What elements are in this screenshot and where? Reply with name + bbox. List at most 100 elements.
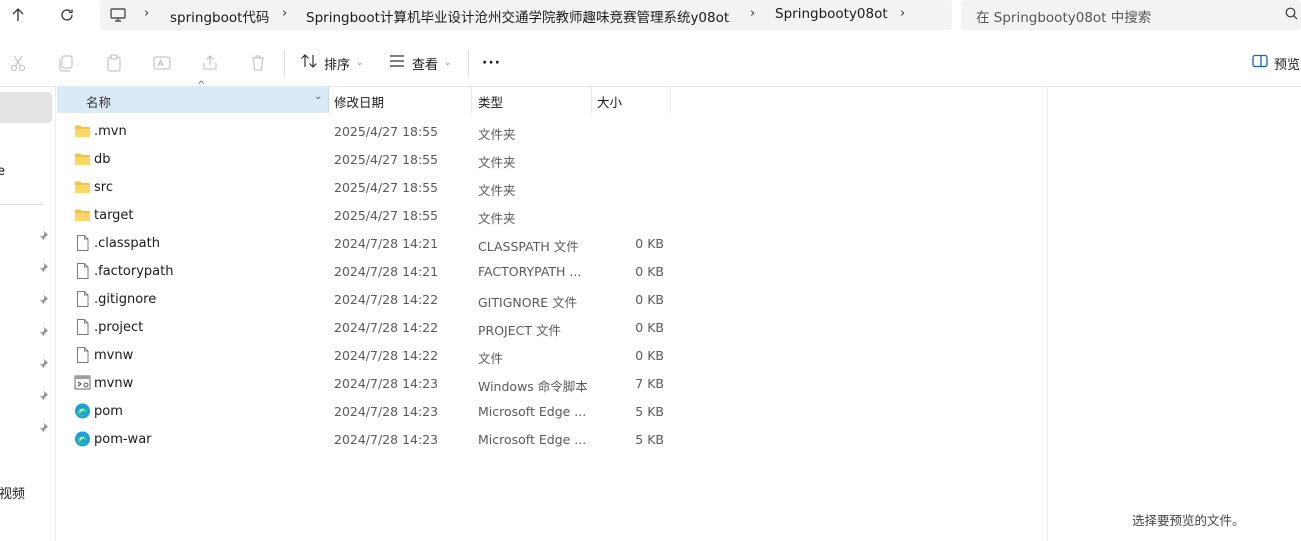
view-label: 查看	[412, 57, 439, 73]
pin-icon[interactable]	[37, 294, 49, 306]
script-icon	[74, 375, 91, 391]
nav-pane-border	[55, 86, 56, 541]
column-header-size[interactable]: 大小	[597, 92, 622, 111]
file-name: .mvn	[94, 124, 127, 139]
pin-icon[interactable]	[37, 358, 49, 370]
chevron-right-icon[interactable]: ›	[900, 6, 905, 21]
file-row[interactable]: .project 2024/7/28 14:22 PROJECT 文件 0 KB	[57, 313, 1037, 341]
breadcrumb[interactable]: › springboot代码 › Springboot计算机毕业设计沧州交通学院…	[100, 0, 952, 30]
column-header-name[interactable]: 名称 ^ ⌄	[57, 80, 329, 113]
breadcrumb-item[interactable]: springboot代码	[170, 6, 269, 26]
file-row[interactable]: db 2025/4/27 18:55 文件夹	[57, 145, 1037, 173]
file-date: 2024/7/28 14:22	[334, 348, 439, 363]
file-name: .classpath	[94, 236, 160, 251]
share-icon[interactable]	[200, 53, 220, 73]
pin-icon[interactable]	[37, 262, 49, 274]
file-name: pom-war	[94, 432, 152, 447]
column-header-type[interactable]: 类型	[478, 92, 503, 111]
file-name: mvnw	[94, 348, 134, 363]
file-type: FACTORYPATH ...	[478, 264, 582, 279]
column-separator[interactable]	[471, 86, 472, 113]
refresh-icon[interactable]	[55, 4, 79, 26]
column-header-date[interactable]: 修改日期	[334, 92, 384, 111]
column-separator[interactable]	[591, 86, 592, 113]
search-placeholder: 在 Springbooty08ot 中搜索	[976, 10, 1152, 26]
file-name: .project	[94, 320, 144, 335]
rename-icon[interactable]	[152, 53, 172, 73]
file-icon	[74, 235, 91, 251]
paste-icon[interactable]	[104, 53, 124, 73]
file-type: 文件夹	[478, 211, 516, 226]
file-type: Microsoft Edge ...	[478, 404, 587, 419]
column-separator[interactable]	[670, 86, 671, 113]
file-date: 2025/4/27 18:55	[334, 152, 439, 167]
sort-button[interactable]: 排序 ⌄	[300, 52, 364, 74]
file-row[interactable]: .factorypath 2024/7/28 14:21 FACTORYPATH .…	[57, 257, 1037, 285]
folder-icon	[74, 123, 91, 139]
file-date: 2024/7/28 14:22	[334, 292, 439, 307]
sort-ascending-icon: ^	[197, 80, 206, 91]
divider	[468, 50, 469, 76]
more-options-button[interactable]: ···	[482, 52, 501, 74]
search-input[interactable]: 在 Springbooty08ot 中搜索	[961, 0, 1301, 30]
nav-pane-item[interactable]: e	[0, 164, 5, 179]
file-row[interactable]: pom-war 2024/7/28 14:23 Microsoft Edge ...…	[57, 425, 1037, 453]
file-date: 2025/4/27 18:55	[334, 180, 439, 195]
file-date: 2024/7/28 14:23	[334, 404, 439, 419]
search-icon	[1285, 7, 1298, 23]
up-arrow-icon[interactable]	[6, 4, 30, 26]
file-type: 文件夹	[478, 127, 516, 142]
chevron-right-icon: ›	[144, 6, 150, 21]
nav-pane-selected-item[interactable]	[0, 92, 52, 123]
file-size: 0 KB	[635, 236, 664, 251]
file-icon	[74, 319, 91, 335]
breadcrumb-item[interactable]: Springbooty08ot	[775, 6, 888, 22]
file-row[interactable]: .classpath 2024/7/28 14:21 CLASSPATH 文件 0 K…	[57, 229, 1037, 257]
file-type: PROJECT 文件	[478, 323, 561, 338]
file-date: 2024/7/28 14:21	[334, 264, 439, 279]
preview-pane-button[interactable]: 预览	[1252, 52, 1300, 74]
file-name: pom	[94, 404, 123, 419]
file-row[interactable]: pom 2024/7/28 14:23 Microsoft Edge ... 5 KB	[57, 397, 1037, 425]
delete-icon[interactable]	[248, 53, 268, 73]
pin-icon[interactable]	[37, 230, 49, 242]
file-name: .factorypath	[94, 264, 174, 279]
chevron-down-icon[interactable]: ⌄	[314, 91, 322, 102]
file-row[interactable]: .gitignore 2024/7/28 14:22 GITIGNORE 文件 0 K…	[57, 285, 1037, 313]
file-date: 2025/4/27 18:55	[334, 124, 439, 139]
file-icon	[74, 263, 91, 279]
file-row[interactable]: mvnw 2024/7/28 14:22 文件 0 KB	[57, 341, 1037, 369]
file-name: mvnw	[94, 376, 134, 391]
file-row[interactable]: target 2025/4/27 18:55 文件夹	[57, 201, 1037, 229]
sort-icon	[300, 53, 318, 73]
file-type: CLASSPATH 文件	[478, 239, 579, 254]
address-bar: › springboot代码 › Springboot计算机毕业设计沧州交通学院…	[0, 0, 1301, 30]
pin-icon[interactable]	[37, 326, 49, 338]
file-size: 0 KB	[635, 320, 664, 335]
file-size: 5 KB	[635, 404, 664, 419]
file-date: 2025/4/27 18:55	[334, 208, 439, 223]
edge-icon	[74, 403, 91, 419]
edge-icon	[74, 431, 91, 447]
file-row[interactable]: mvnw 2024/7/28 14:23 Windows 命令脚本 7 KB	[57, 369, 1037, 397]
chevron-down-icon: ⌄	[444, 58, 452, 68]
file-name: db	[94, 152, 111, 167]
file-name: src	[94, 180, 113, 195]
chevron-right-icon: ›	[282, 6, 288, 21]
file-size: 0 KB	[635, 348, 664, 363]
pin-icon[interactable]	[37, 422, 49, 434]
chevron-right-icon: ›	[750, 6, 756, 21]
file-row[interactable]: src 2025/4/27 18:55 文件夹	[57, 173, 1037, 201]
folder-icon	[74, 151, 91, 167]
file-size: 7 KB	[635, 376, 664, 391]
copy-icon[interactable]	[56, 53, 76, 73]
file-row[interactable]: .mvn 2025/4/27 18:55 文件夹	[57, 117, 1037, 145]
breadcrumb-item[interactable]: Springboot计算机毕业设计沧州交通学院教师趣味竞赛管理系统y08ot	[306, 6, 729, 26]
cut-icon[interactable]	[8, 53, 28, 73]
computer-icon	[106, 4, 130, 26]
file-date: 2024/7/28 14:21	[334, 236, 439, 251]
pin-icon[interactable]	[37, 390, 49, 402]
view-button[interactable]: 查看 ⌄	[388, 52, 452, 74]
nav-pane-item-videos[interactable]: 视频	[0, 483, 25, 502]
file-type: GITIGNORE 文件	[478, 295, 578, 310]
